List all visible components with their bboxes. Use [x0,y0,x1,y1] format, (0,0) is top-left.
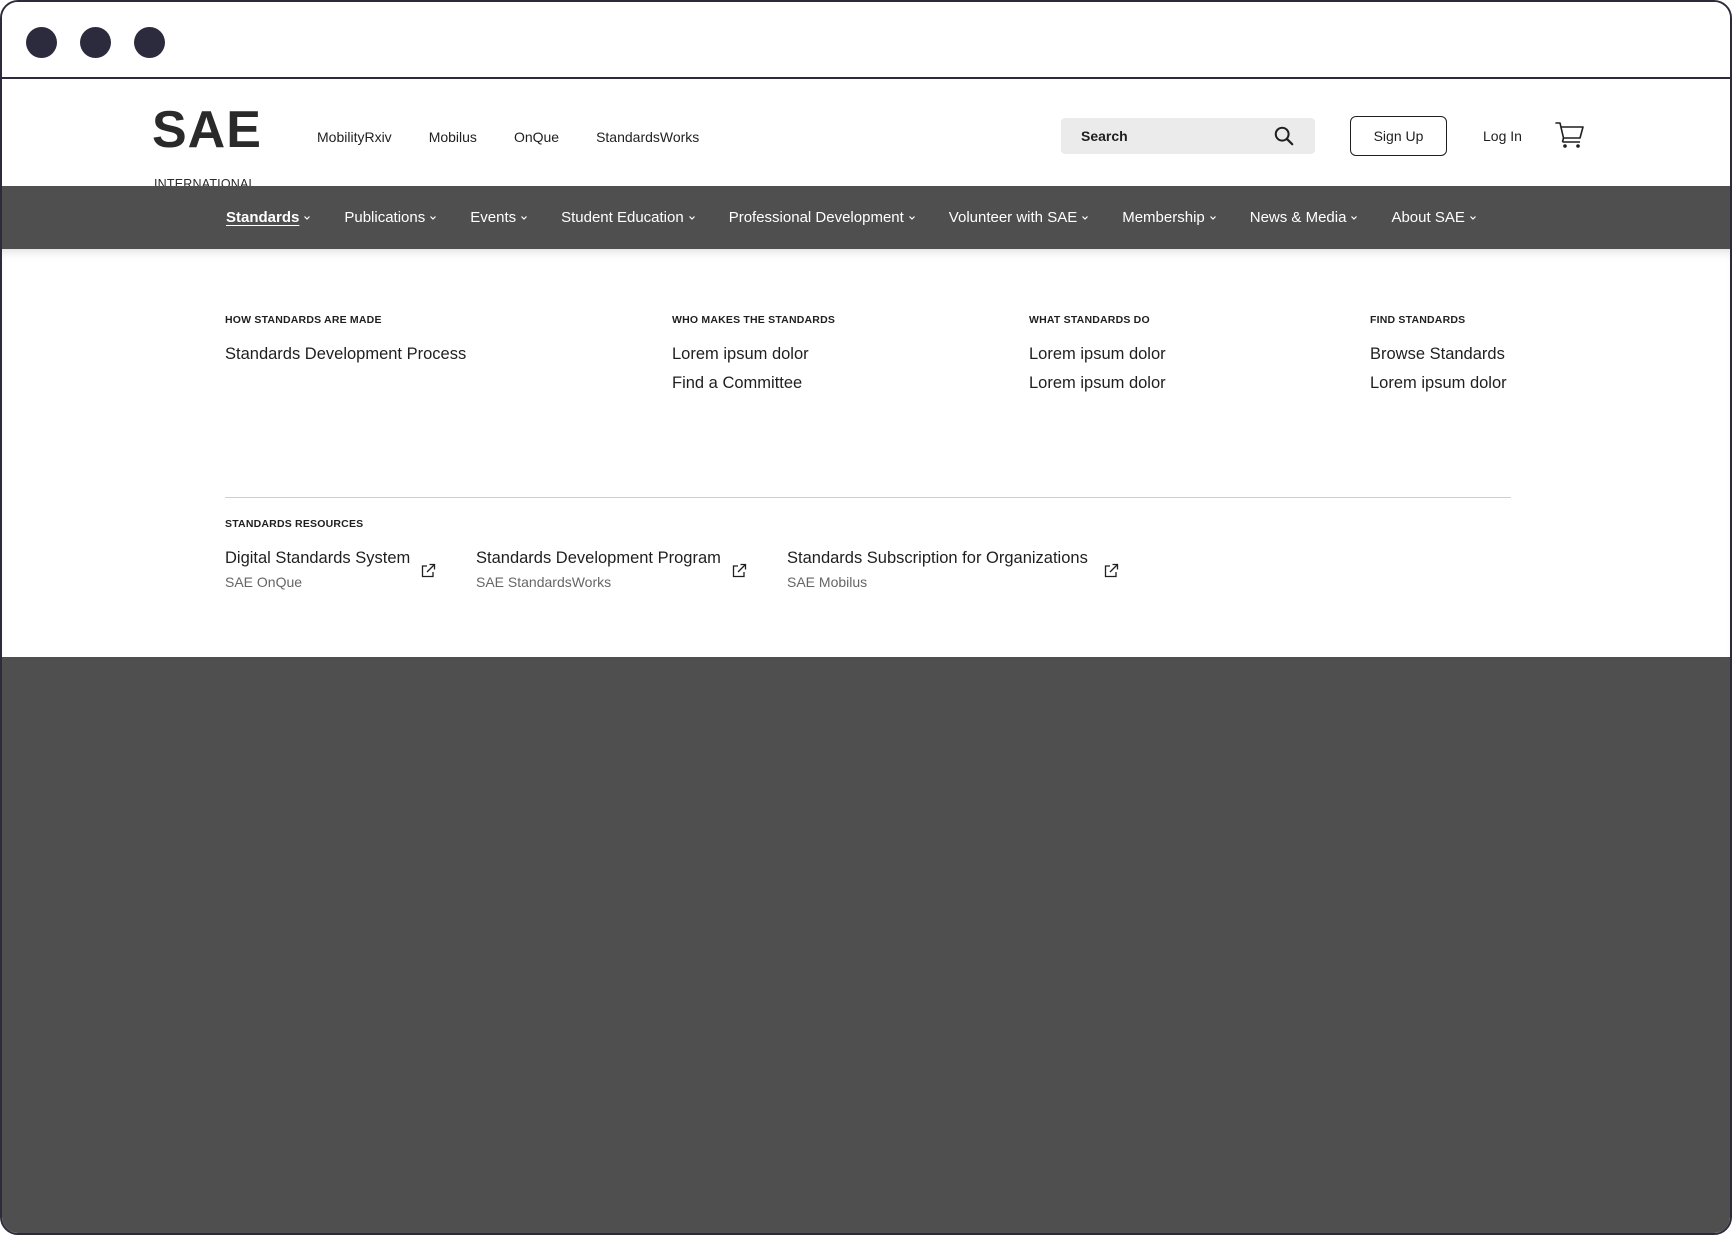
menu-column-how-made: HOW STANDARDS ARE MADE Standards Develop… [225,314,466,369]
site-header: SAE INTERNATIONAL MobilityRxiv Mobilus O… [2,79,1730,191]
resources-heading: STANDARDS RESOURCES [225,518,364,530]
chevron-down-icon [1209,215,1216,220]
nav-news-media[interactable]: News & Media [1250,209,1359,226]
chevron-down-icon [1469,215,1476,220]
window-maximize-dot[interactable] [134,27,165,58]
top-link-mobilus[interactable]: Mobilus [429,129,477,145]
cart-icon[interactable] [1555,119,1585,149]
resource-digital-standards[interactable]: Digital Standards System SAE OnQue [225,549,437,590]
menu-column-heading: WHO MAKES THE STANDARDS [672,314,836,326]
nav-standards[interactable]: Standards [226,209,311,226]
nav-label: News & Media [1249,209,1347,226]
resource-title: Standards Subscription for Organizations [787,549,1088,567]
chevron-down-icon [430,215,437,220]
menu-link[interactable]: Lorem ipsum dolor [1029,369,1166,398]
sign-up-button[interactable]: Sign Up [1350,116,1447,156]
menu-link[interactable]: Lorem ipsum dolor [672,340,835,369]
nav-events[interactable]: Events [470,209,528,226]
menu-divider [225,497,1511,498]
menu-column-who-makes: WHO MAKES THE STANDARDS Lorem ipsum dolo… [672,314,835,398]
nav-volunteer[interactable]: Volunteer with SAE [949,209,1089,226]
browser-window: SAE INTERNATIONAL MobilityRxiv Mobilus O… [0,0,1732,1235]
resource-subtitle: SAE Mobilus [787,574,868,590]
main-nav-items: Standards Publications Events Student Ed… [226,186,1510,249]
nav-label: Publications [344,209,426,226]
nav-membership[interactable]: Membership [1122,209,1217,226]
resource-title: Digital Standards System [225,549,411,567]
top-links: MobilityRxiv Mobilus OnQue StandardsWork… [317,129,736,145]
menu-column-heading: WHAT STANDARDS DO [1029,314,1150,326]
chevron-down-icon [1351,215,1358,220]
resource-subscription[interactable]: Standards Subscription for Organizations… [787,549,1120,590]
menu-column-heading: FIND STANDARDS [1370,314,1466,326]
nav-label: Professional Development [728,209,904,226]
log-in-link[interactable]: Log In [1483,128,1522,144]
sae-logo[interactable]: SAE INTERNATIONAL [152,104,261,191]
main-nav: Standards Publications Events Student Ed… [2,186,1730,249]
resource-subtitle: SAE StandardsWorks [476,574,612,590]
menu-link[interactable]: Lorem ipsum dolor [1370,369,1507,398]
top-link-onque[interactable]: OnQue [514,129,559,145]
window-minimize-dot[interactable] [80,27,111,58]
chevron-down-icon [304,215,311,220]
nav-publications[interactable]: Publications [344,209,437,226]
nav-label: Events [470,209,517,226]
menu-link[interactable]: Find a Committee [672,369,835,398]
resource-subtitle: SAE OnQue [225,574,303,590]
top-link-standardsworks[interactable]: StandardsWorks [596,129,699,145]
nav-label: Standards [226,209,300,226]
window-chrome [2,2,1730,79]
chevron-down-icon [908,215,915,220]
top-link-mobilityrxiv[interactable]: MobilityRxiv [317,129,392,145]
nav-about-sae[interactable]: About SAE [1391,209,1476,226]
search-icon[interactable] [1273,125,1295,147]
external-link-icon [1104,563,1119,578]
window-close-dot[interactable] [26,27,57,58]
resource-development-program[interactable]: Standards Development Program SAE Standa… [476,549,748,590]
menu-column-what-do: WHAT STANDARDS DO Lorem ipsum dolor Lore… [1029,314,1166,398]
resource-title: Standards Development Program [476,549,721,567]
chevron-down-icon [521,215,528,220]
chevron-down-icon [688,215,695,220]
page-dim-overlay[interactable] [2,657,1730,1233]
external-link-icon [421,563,436,578]
nav-label: Membership [1122,209,1205,226]
nav-label: Student Education [561,209,684,226]
nav-student-education[interactable]: Student Education [561,209,696,226]
chevron-down-icon [1082,215,1089,220]
logo-wordmark: SAE [152,101,262,159]
external-link-icon [732,563,747,578]
menu-link[interactable]: Browse Standards [1370,340,1507,369]
nav-professional-development[interactable]: Professional Development [729,209,916,226]
search-box [1061,118,1315,154]
menu-column-heading: HOW STANDARDS ARE MADE [225,314,382,326]
nav-label: About SAE [1391,209,1465,226]
search-input[interactable] [1081,118,1271,154]
nav-label: Volunteer with SAE [948,209,1078,226]
menu-column-find: FIND STANDARDS Browse Standards Lorem ip… [1370,314,1507,398]
menu-link[interactable]: Standards Development Process [225,340,466,369]
standards-mega-menu: HOW STANDARDS ARE MADE Standards Develop… [2,249,1730,657]
menu-link[interactable]: Lorem ipsum dolor [1029,340,1166,369]
